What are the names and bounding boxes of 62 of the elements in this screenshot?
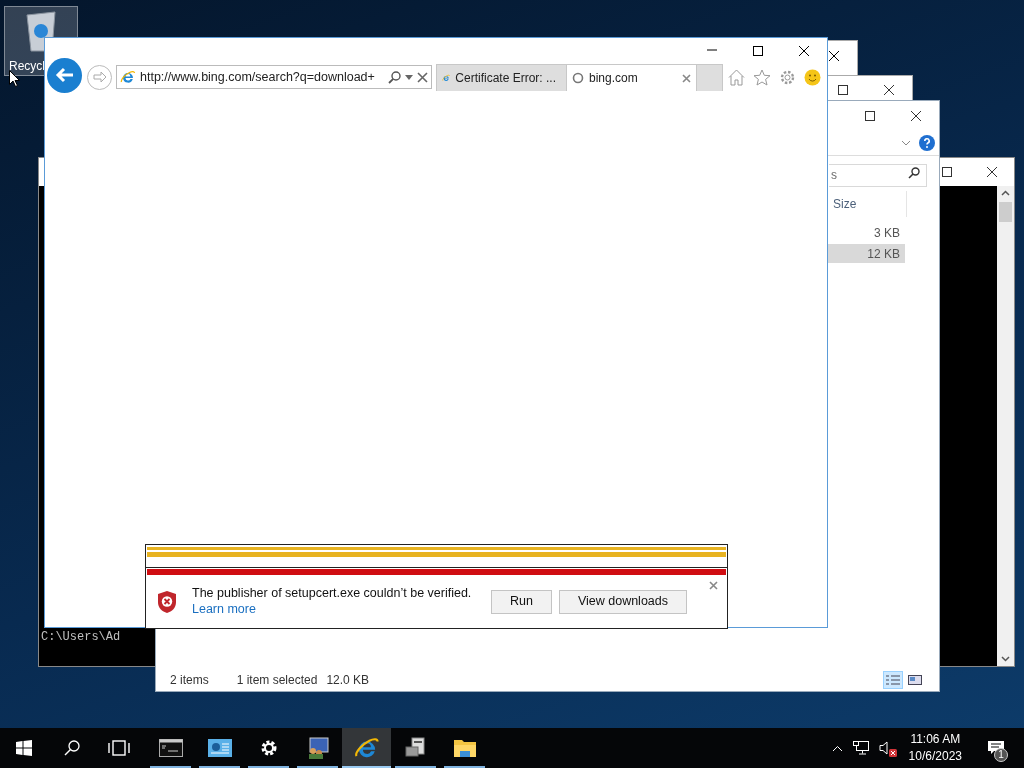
file-size-cell[interactable]: 3 KB bbox=[827, 223, 905, 242]
search-icon[interactable] bbox=[388, 70, 401, 84]
thumbnail-icon bbox=[908, 675, 922, 685]
forward-arrow-icon bbox=[92, 71, 107, 83]
notification-message: The publisher of setupcert.exe couldn’t be verified. bbox=[192, 586, 472, 601]
star-icon[interactable] bbox=[753, 68, 771, 86]
smiley-icon[interactable] bbox=[804, 68, 821, 86]
close-icon[interactable] bbox=[883, 84, 895, 96]
maximize-icon[interactable] bbox=[837, 84, 849, 96]
windows-logo-icon bbox=[16, 740, 32, 756]
maximize-icon[interactable] bbox=[752, 44, 764, 57]
search-field[interactable]: s bbox=[829, 163, 927, 187]
dropdown-caret-icon[interactable] bbox=[405, 74, 413, 80]
console-line: C:\Users\Ad bbox=[41, 629, 122, 645]
scrollbar-thumb[interactable] bbox=[999, 202, 1012, 222]
back-arrow-icon bbox=[54, 67, 75, 83]
selection-size: 12.0 KB bbox=[326, 672, 370, 689]
chevron-down-icon[interactable] bbox=[901, 140, 911, 146]
gear-icon[interactable] bbox=[779, 68, 796, 86]
close-icon[interactable] bbox=[910, 110, 922, 122]
learn-more-link[interactable]: Learn more bbox=[192, 601, 472, 617]
scrollbar[interactable] bbox=[997, 186, 1014, 666]
details-list-icon bbox=[886, 675, 900, 685]
browser-tab[interactable]: Certificate Error: ... bbox=[436, 64, 566, 91]
notification-button[interactable]: Run bbox=[490, 589, 552, 614]
selection-count: 1 item selected bbox=[236, 672, 318, 689]
show-hidden-icons-chevron-icon[interactable] bbox=[831, 744, 843, 752]
close-tab-icon[interactable] bbox=[682, 73, 691, 83]
security-shield-icon bbox=[156, 589, 178, 614]
maximize-icon[interactable] bbox=[941, 166, 953, 178]
dashboard-window-icon bbox=[207, 738, 232, 758]
tab-title: bing.com bbox=[589, 70, 638, 87]
stop-icon[interactable] bbox=[417, 71, 428, 83]
notification-count-badge: 1 bbox=[994, 748, 1008, 762]
clock-date: 10/6/2023 bbox=[908, 748, 962, 765]
task-view-icon bbox=[108, 740, 130, 756]
search-icon bbox=[908, 167, 920, 179]
address-bar[interactable]: http://www.bing.com/search?q=download+ bbox=[116, 65, 432, 89]
item-count: 2 items bbox=[170, 672, 209, 689]
disk-drive-icon bbox=[403, 737, 428, 759]
network-icon[interactable] bbox=[852, 741, 869, 755]
close-icon[interactable] bbox=[986, 166, 998, 178]
taskbar-app-button[interactable] bbox=[342, 728, 391, 768]
address-url: http://www.bing.com/search?q=download+ bbox=[140, 68, 375, 86]
clock[interactable]: 11:06 AM 10/6/2023 bbox=[904, 731, 966, 765]
tab-title: Certificate Error: ... bbox=[455, 70, 556, 87]
folder-icon bbox=[452, 738, 477, 758]
maximize-icon[interactable] bbox=[864, 110, 876, 122]
clock-time: 11:06 AM bbox=[910, 731, 961, 748]
desktop-icon-label: Recycl bbox=[8, 59, 45, 73]
back-button[interactable] bbox=[47, 57, 82, 93]
browser-logo-icon bbox=[120, 69, 136, 85]
close-icon[interactable] bbox=[798, 44, 810, 57]
browser-tab[interactable]: bing.com bbox=[566, 64, 696, 91]
file-size-cell[interactable]: 12 KB bbox=[827, 244, 905, 263]
close-icon[interactable] bbox=[828, 50, 840, 62]
terminal-icon bbox=[158, 739, 183, 757]
help-icon[interactable] bbox=[919, 135, 935, 151]
volume-icon[interactable] bbox=[878, 741, 895, 755]
notification-button[interactable]: View downloads bbox=[558, 589, 687, 614]
notifications-button[interactable]: 1 bbox=[976, 728, 1016, 768]
search-icon bbox=[63, 740, 80, 756]
